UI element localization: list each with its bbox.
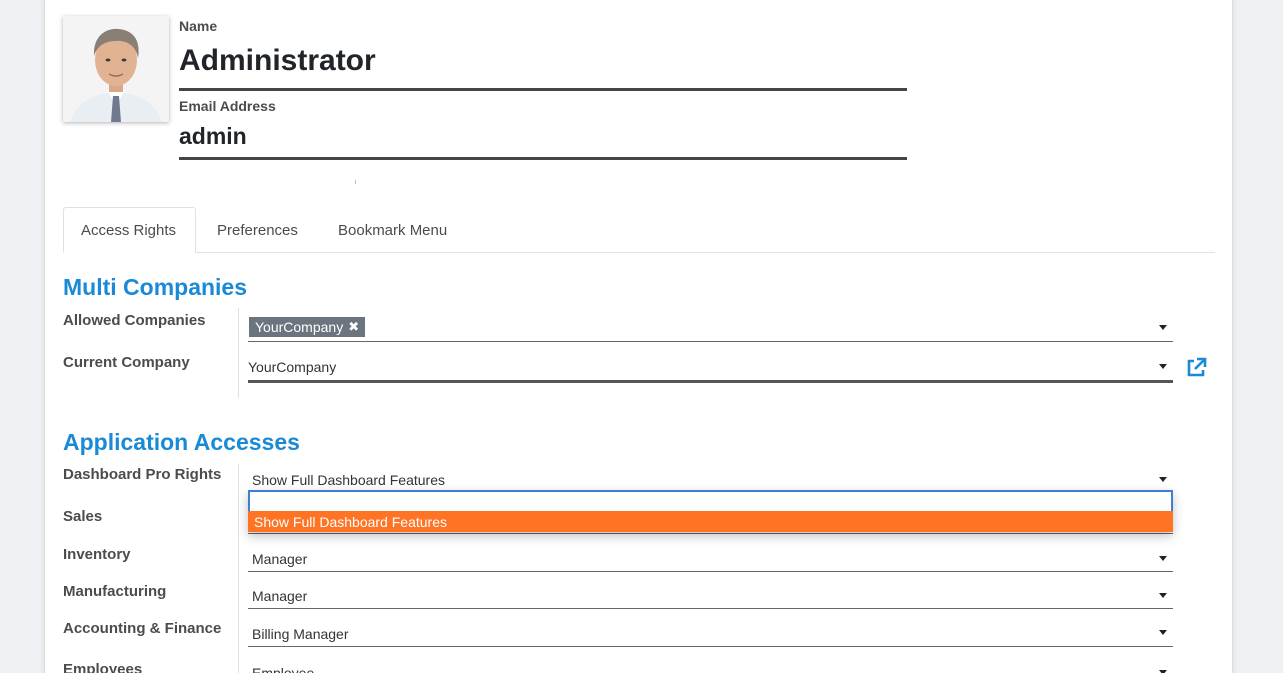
application-accesses-title: Application Accesses [63,429,300,455]
manufacturing-label: Manufacturing [63,583,167,600]
chevron-down-icon[interactable] [1159,593,1167,598]
inventory-label: Inventory [63,546,131,563]
divider-tick [355,180,356,184]
chevron-down-icon[interactable] [1159,477,1167,482]
accounting-finance-value[interactable]: Billing Manager [252,626,349,642]
company-tag-label: YourCompany [255,319,344,335]
current-company-field[interactable] [248,380,1173,383]
manufacturing-value[interactable]: Manager [252,588,307,604]
inventory-value[interactable]: Manager [252,551,307,567]
form-sheet: Name Administrator Email Address admin A… [44,0,1233,673]
current-company-label: Current Company [63,354,190,371]
email-field[interactable]: admin [179,123,247,150]
allowed-companies-field[interactable] [248,341,1173,342]
accounting-finance-field[interactable] [248,646,1173,647]
chevron-down-icon[interactable] [1159,364,1167,369]
chevron-down-icon[interactable] [1159,325,1167,330]
name-label: Name [179,18,218,34]
dropdown-search-input[interactable] [248,490,1173,513]
allowed-companies-label: Allowed Companies [63,312,206,329]
chevron-down-icon[interactable] [1159,630,1167,635]
sales-label: Sales [63,508,103,525]
employees-value[interactable]: Employee [252,665,314,673]
dashboard-pro-rights-label: Dashboard Pro Rights [63,466,222,483]
dashboard-pro-rights-value[interactable]: Show Full Dashboard Features [252,472,445,488]
name-field[interactable]: Administrator [179,44,376,78]
inventory-field[interactable] [248,571,1173,572]
dropdown-option[interactable]: Show Full Dashboard Features [248,511,1173,532]
company-tag: YourCompany ✖ [249,317,366,337]
email-underline [179,157,907,160]
accounting-finance-label: Accounting & Finance [63,620,222,637]
user-avatar[interactable] [63,16,169,122]
chevron-down-icon[interactable] [1159,556,1167,561]
tab-access-rights[interactable]: Access Rights [63,207,196,253]
section-divider [238,308,239,398]
section-divider [238,464,239,673]
tab-preferences[interactable]: Preferences [200,207,315,253]
external-link-icon[interactable] [1184,356,1208,380]
remove-tag-icon[interactable]: ✖ [348,319,359,335]
employees-label: Employees [63,661,143,673]
tab-bookmark-menu[interactable]: Bookmark Menu [321,207,464,253]
email-label: Email Address [179,98,276,114]
avatar-image [63,16,169,122]
current-company-value[interactable]: YourCompany [248,359,336,375]
sales-field[interactable] [248,533,1173,534]
multi-companies-title: Multi Companies [63,274,248,300]
manufacturing-field[interactable] [248,608,1173,609]
name-underline [179,88,907,91]
